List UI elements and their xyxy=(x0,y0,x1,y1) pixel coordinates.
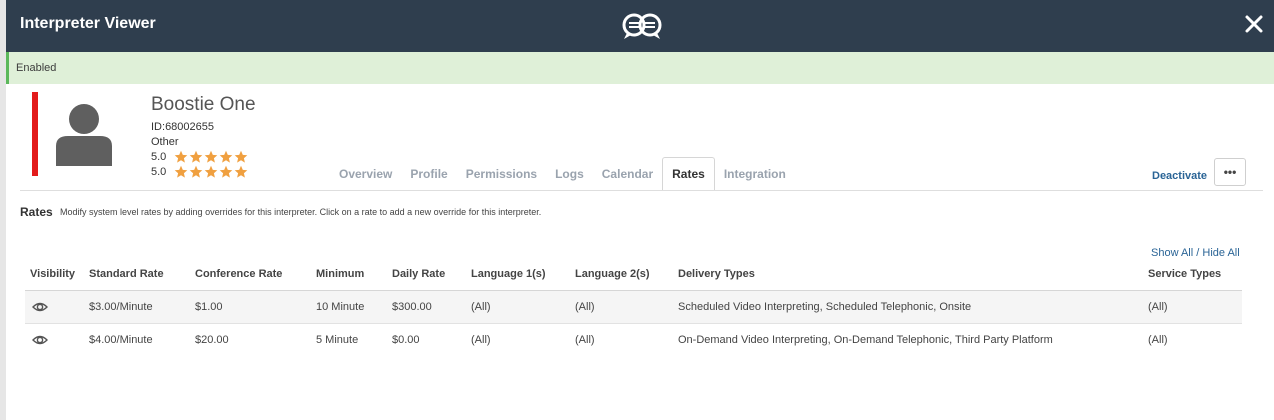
column-header[interactable]: Minimum xyxy=(311,258,387,291)
minimum-cell: 5 Minute xyxy=(316,333,359,346)
column-header[interactable]: Standard Rate xyxy=(84,258,190,291)
star-icon xyxy=(204,165,218,178)
conference-rate-cell: $1.00 xyxy=(190,290,311,324)
avatar-icon xyxy=(56,104,112,166)
column-header[interactable]: Language 1(s) xyxy=(466,258,570,291)
star-rating xyxy=(174,150,248,164)
delivery-types-cell: On-Demand Video Interpreting, On-Demand … xyxy=(678,333,1053,346)
id-label: ID: xyxy=(151,121,166,133)
star-icon xyxy=(189,165,203,178)
star-icon xyxy=(189,150,203,163)
interpreter-id: ID:68002655 xyxy=(151,121,214,133)
column-header[interactable]: Conference Rate xyxy=(190,258,311,291)
daily-rate-cell: $300.00 xyxy=(387,290,466,324)
star-icon xyxy=(204,150,218,163)
rating-row-1: 5.0 xyxy=(151,150,248,164)
tab-calendar[interactable]: Calendar xyxy=(593,157,662,191)
rates-section-title: Rates xyxy=(20,205,53,219)
column-header[interactable]: Language 2(s) xyxy=(570,258,673,291)
star-icon xyxy=(234,165,248,178)
visibility-cell[interactable] xyxy=(25,323,84,356)
column-header[interactable]: Delivery Types xyxy=(673,258,1143,291)
interpreter-type: Other xyxy=(151,136,179,148)
rates-table: Visibility Standard Rate Conference Rate… xyxy=(25,258,1242,356)
table-row[interactable]: $3.00/Minute $1.00 10 Minute $300.00 (Al… xyxy=(25,290,1242,324)
language2-cell: (All) xyxy=(575,333,595,346)
star-rating xyxy=(174,165,248,179)
status-banner: Enabled xyxy=(6,52,1274,84)
visibility-cell[interactable] xyxy=(25,290,84,324)
tab-logs[interactable]: Logs xyxy=(546,157,593,191)
close-icon[interactable] xyxy=(1242,12,1266,36)
column-header[interactable]: Daily Rate xyxy=(387,258,466,291)
standard-rate-cell: $3.00/Minute xyxy=(84,290,190,324)
tab-rates[interactable]: Rates xyxy=(662,157,715,191)
status-text: Enabled xyxy=(16,62,57,74)
column-header[interactable]: Visibility xyxy=(25,258,84,291)
tab-divider xyxy=(20,190,1263,191)
eye-icon[interactable] xyxy=(32,299,48,315)
interpreter-name: Boostie One xyxy=(151,94,256,115)
star-icon xyxy=(219,165,233,178)
rating-value: 5.0 xyxy=(151,166,167,178)
service-types-cell: (All) xyxy=(1143,290,1242,324)
conference-rate-cell: $20.00 xyxy=(195,333,229,346)
tab-overview[interactable]: Overview xyxy=(330,157,401,191)
star-icon xyxy=(174,165,188,178)
tab-integration[interactable]: Integration xyxy=(715,157,795,191)
eye-icon[interactable] xyxy=(32,332,48,348)
table-header-row: Visibility Standard Rate Conference Rate… xyxy=(25,258,1242,291)
star-icon xyxy=(219,150,233,163)
star-icon xyxy=(174,150,188,163)
minimum-cell: 10 Minute xyxy=(311,290,387,324)
service-types-cell: (All) xyxy=(1148,333,1168,346)
column-header[interactable]: Service Types xyxy=(1143,258,1242,291)
tab-profile[interactable]: Profile xyxy=(401,157,456,191)
star-icon xyxy=(234,150,248,163)
more-options-button[interactable]: ••• xyxy=(1214,158,1246,186)
tab-bar: Overview Profile Permissions Logs Calend… xyxy=(330,157,795,191)
speech-bubbles-logo-icon xyxy=(622,13,662,39)
title-bar: Interpreter Viewer xyxy=(6,0,1274,52)
table-row[interactable]: $4.00/Minute $20.00 5 Minute $0.00 (All)… xyxy=(25,323,1242,356)
id-value: 68002655 xyxy=(165,121,215,133)
deactivate-link[interactable]: Deactivate xyxy=(1152,170,1207,182)
standard-rate-cell: $4.00/Minute xyxy=(89,333,153,346)
daily-rate-cell: $0.00 xyxy=(392,333,420,346)
language1-cell: (All) xyxy=(466,290,570,324)
delivery-types-cell: Scheduled Video Interpreting, Scheduled … xyxy=(673,290,1143,324)
rating-row-2: 5.0 xyxy=(151,165,248,179)
language1-cell: (All) xyxy=(471,333,491,346)
status-indicator-bar xyxy=(32,92,38,176)
tab-permissions[interactable]: Permissions xyxy=(457,157,546,191)
rating-value: 5.0 xyxy=(151,151,167,163)
rates-section-description: Modify system level rates by adding over… xyxy=(60,207,542,217)
language2-cell: (All) xyxy=(570,290,673,324)
window-title: Interpreter Viewer xyxy=(20,15,156,32)
